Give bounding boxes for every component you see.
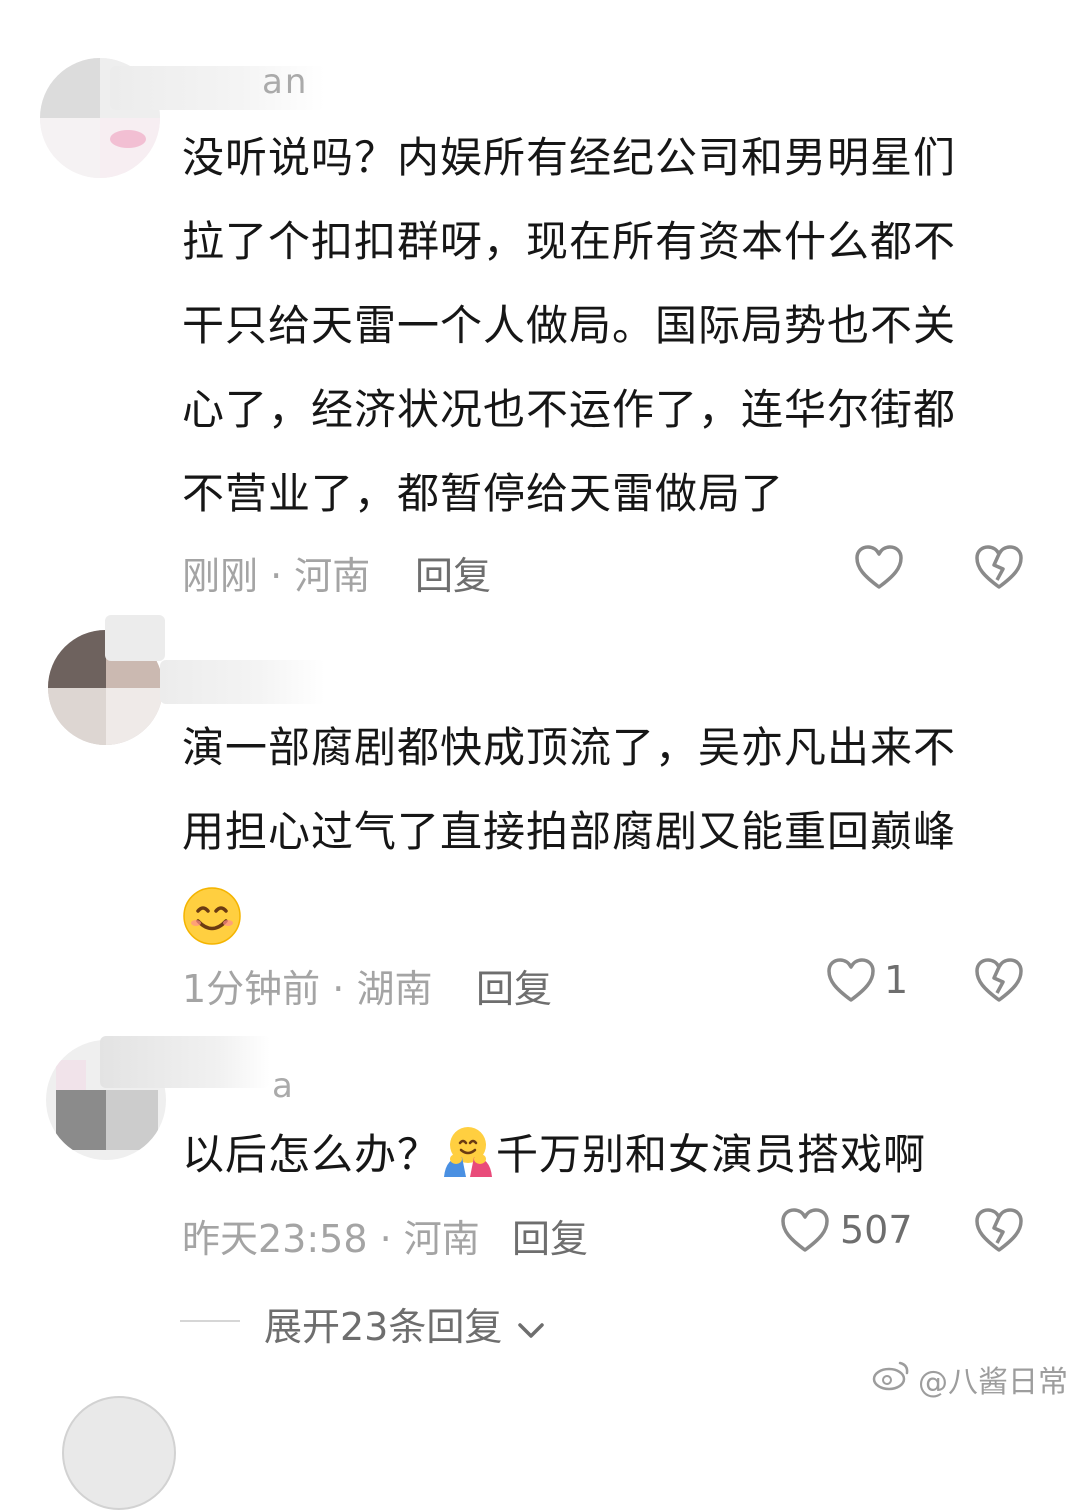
dislike-broken-heart-icon[interactable] [974,544,1024,590]
comment-time: 刚刚 [182,554,259,598]
comment-location: 河南 [403,1217,480,1261]
avatar[interactable] [62,1396,176,1510]
heart-icon[interactable] [826,957,876,1003]
heart-icon[interactable] [780,1207,830,1253]
reply-button[interactable]: 回复 [512,1208,588,1263]
comment-location: 湖南 [356,967,433,1011]
username-fragment: an [262,62,309,102]
expand-divider [180,1320,240,1322]
comment-text: 演一部腐剧都快成顶流了，吴亦凡出来不 用担心过气了直接拍部腐剧又能重回巅峰 [182,706,1002,958]
comment-time: 昨天23:58 [182,1217,368,1261]
heart-icon[interactable] [854,544,904,590]
username-blurred[interactable] [160,660,325,704]
like-count: 507 [840,1208,913,1252]
dislike-broken-heart-icon[interactable] [974,957,1024,1003]
expand-replies-label: 展开23条回复 [264,1305,503,1349]
like-count: 1 [884,958,909,1002]
comment-time: 1分钟前 [182,967,321,1011]
username-blurred[interactable] [100,1036,270,1088]
chevron-down-icon [514,1308,548,1352]
username-blurred[interactable] [105,615,165,661]
watermark: @八酱日常 [872,1357,1068,1401]
expand-replies-button[interactable]: 展开23条回复 [264,1296,548,1352]
dislike-broken-heart-icon[interactable] [974,1207,1024,1253]
reply-button[interactable]: 回复 [415,545,491,600]
username-fragment: a [272,1066,295,1106]
hugging-face-icon [440,1123,496,1179]
separator: · [270,554,283,598]
reply-button[interactable]: 回复 [476,958,552,1013]
smiling-face-icon [182,874,1002,958]
comment-text: 以后怎么办？ 千万别和女演员搭戏啊 [182,1113,1002,1197]
comment-meta: 刚刚 · 河南 [182,545,370,600]
separator: · [379,1217,392,1261]
comment-meta: 昨天23:58 · 河南 [182,1208,480,1263]
comment-text: 没听说吗？内娱所有经纪公司和男明星们 拉了个扣扣群呀，现在所有资本什么都不 干只… [182,133,957,518]
watermark-text: @八酱日常 [918,1365,1068,1400]
separator: · [332,967,345,1011]
comment-location: 河南 [294,554,371,598]
comment-meta: 1分钟前 · 湖南 [182,958,432,1013]
weibo-logo-icon [872,1359,912,1399]
